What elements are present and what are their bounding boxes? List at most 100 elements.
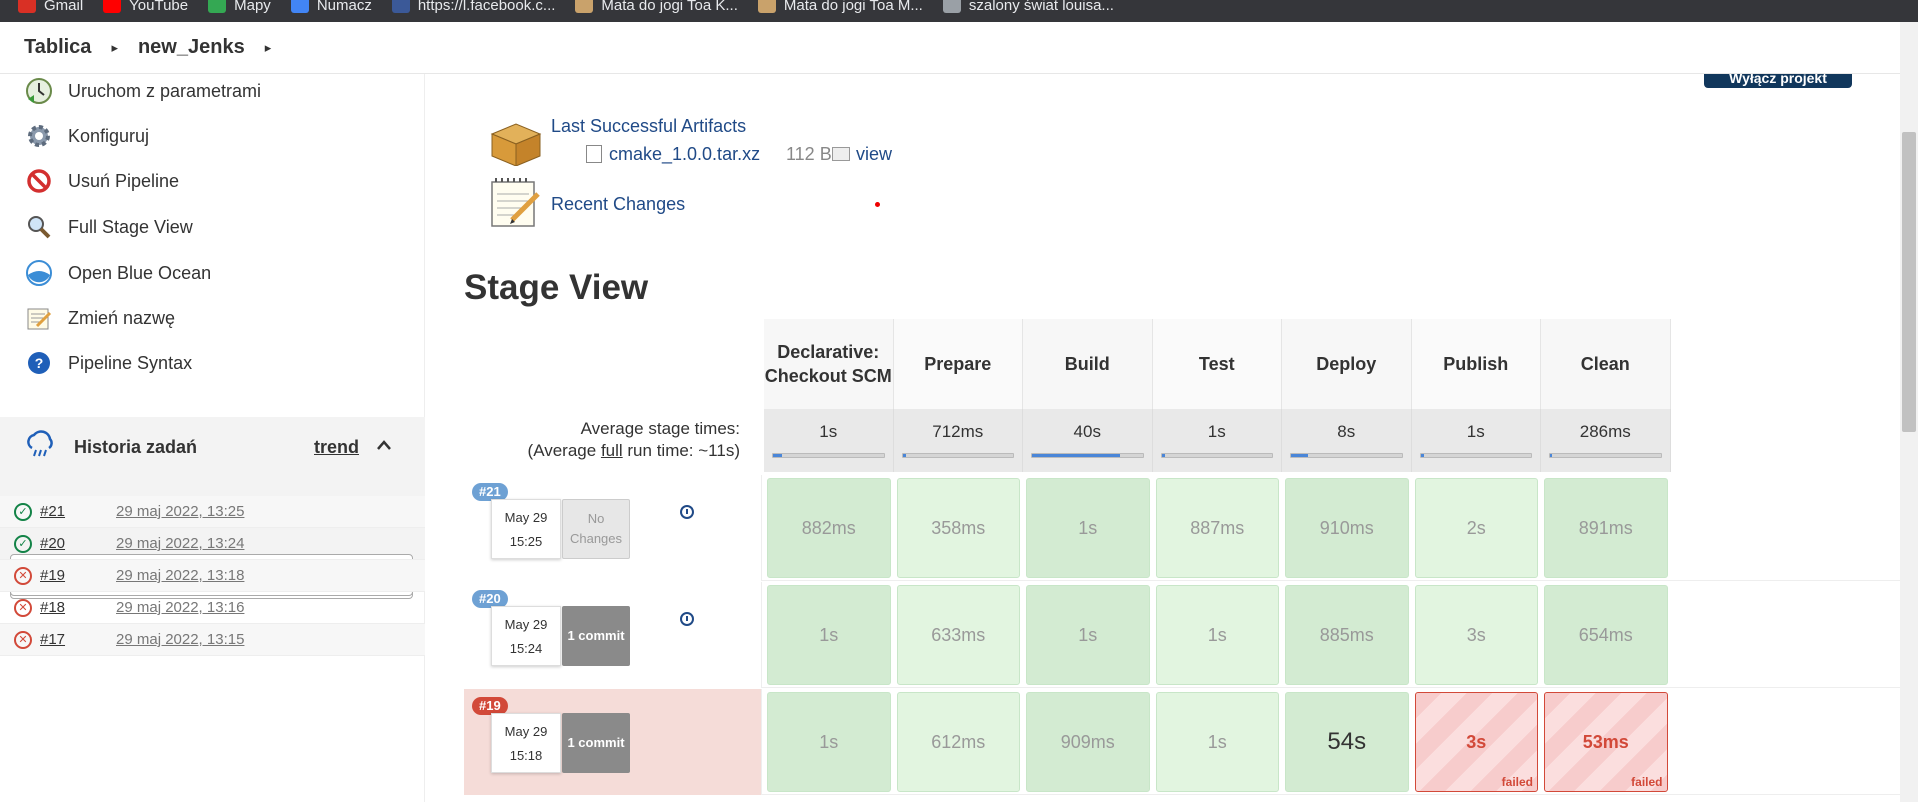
stage-cell[interactable]: 54s: [1285, 692, 1409, 792]
stage-cell[interactable]: 887ms: [1155, 478, 1279, 578]
build-number-link[interactable]: #20: [40, 535, 116, 552]
stage-cell[interactable]: 1s: [767, 692, 891, 792]
build-number-link[interactable]: #18: [40, 599, 116, 616]
build-history-row[interactable]: ✕ #19 29 maj 2022, 13:18: [0, 560, 425, 592]
view-link[interactable]: view: [856, 144, 892, 165]
full-link[interactable]: full: [601, 441, 623, 460]
stage-cell[interactable]: 910ms: [1285, 478, 1409, 578]
artifact-file-link[interactable]: cmake_1.0.0.tar.xz: [609, 144, 760, 165]
sidebar-item-label: Open Blue Ocean: [68, 262, 212, 283]
stage-cell[interactable]: 1s: [1155, 692, 1279, 792]
sidebar-item-label: Pipeline Syntax: [68, 352, 193, 373]
svg-text:?: ?: [35, 355, 44, 371]
stage-progress-fill: [1550, 454, 1553, 457]
bookmark-item[interactable]: Mata do jogi Toa M...: [757, 0, 923, 14]
info-icon[interactable]: [680, 612, 694, 626]
stage-header: Declarative: Checkout SCM: [764, 319, 894, 409]
build-history-row[interactable]: ✕ #18 29 maj 2022, 13:16: [0, 592, 425, 624]
stage-cell[interactable]: 909ms: [1026, 692, 1150, 792]
stage-cell-time: 358ms: [931, 517, 986, 538]
stage-header: Deploy: [1282, 319, 1412, 409]
disable-project-button[interactable]: Wyłącz projekt: [1704, 74, 1852, 88]
stage-average-time: 1s: [1466, 422, 1485, 441]
run-label: #19 May 29 15:18 1 commit: [464, 689, 762, 795]
sidebar-item-blue-ocean[interactable]: Open Blue Ocean: [24, 258, 211, 288]
help-icon: ?: [24, 348, 54, 378]
stage-cell[interactable]: 3s: [1414, 585, 1538, 685]
stage-run-row: #21 May 29 15:25 No Changes 882ms 358ms 1s 887m…: [464, 475, 1900, 581]
build-date-link[interactable]: 29 maj 2022, 13:15: [116, 631, 244, 648]
bookmark-item[interactable]: szalony świat louisa...: [942, 0, 1114, 14]
build-date-link[interactable]: 29 maj 2022, 13:16: [116, 599, 244, 616]
stage-cell-time: 887ms: [1190, 517, 1245, 538]
bookmark-item[interactable]: Gmail: [18, 0, 83, 14]
stage-progress-fill: [773, 454, 782, 457]
scrollbar-thumb[interactable]: [1902, 132, 1916, 432]
last-successful-artifacts-link[interactable]: Last Successful Artifacts: [551, 116, 746, 137]
stage-run-row: #19 May 29 15:18 1 commit 1s 612ms 909ms 1s 54s 3…: [464, 689, 1900, 795]
scrollbar[interactable]: [1900, 22, 1918, 802]
chevron-right-icon[interactable]: ▸: [111, 40, 118, 56]
stage-cell-time: 654ms: [1578, 624, 1633, 645]
stage-header: Test: [1152, 319, 1282, 409]
stage-cell-time: 891ms: [1578, 517, 1633, 538]
sidebar-item-label: Full Stage View: [68, 216, 193, 237]
bookmark-icon: [391, 0, 410, 13]
stage-average: 1s: [1152, 409, 1282, 472]
stage-cell[interactable]: 654ms: [1544, 585, 1668, 685]
sidebar-item-pipeline-syntax[interactable]: ? Pipeline Syntax: [24, 348, 192, 378]
bookmark-item[interactable]: https://l.facebook.c...: [391, 0, 555, 14]
stage-cell[interactable]: 1s: [767, 585, 891, 685]
bookmark-item[interactable]: Mapy: [208, 0, 271, 14]
stage-cell[interactable]: 633ms: [896, 585, 1020, 685]
stage-cell[interactable]: 2s: [1414, 478, 1538, 578]
stage-progress-bar: [1160, 453, 1273, 458]
info-icon[interactable]: [680, 505, 694, 519]
bookmark-item[interactable]: Mata do jogi Toa K...: [575, 0, 738, 14]
bookmark-icon: [942, 0, 961, 13]
stage-cell[interactable]: 1s: [1026, 585, 1150, 685]
bookmark-item[interactable]: Numacz: [290, 0, 372, 14]
run-changes[interactable]: 1 commit: [562, 606, 630, 666]
stage-cell[interactable]: 1s: [1155, 585, 1279, 685]
stage-cell[interactable]: 612ms: [896, 692, 1020, 792]
bookmark-icon: [18, 0, 36, 13]
build-history-row[interactable]: ✓ #21 29 maj 2022, 13:25: [0, 496, 425, 528]
file-icon: [586, 145, 602, 163]
sidebar-item-delete-pipeline[interactable]: Usuń Pipeline: [24, 166, 179, 196]
build-number-link[interactable]: #21: [40, 503, 116, 520]
stage-cell[interactable]: 358ms: [896, 478, 1020, 578]
sidebar-item-full-stage-view[interactable]: Full Stage View: [24, 212, 193, 242]
artifact-file-size: 112 B: [786, 144, 832, 164]
bookmark-item[interactable]: YouTube: [103, 0, 188, 14]
build-history-row[interactable]: ✓ #20 29 maj 2022, 13:24: [0, 528, 425, 560]
stage-cell[interactable]: 882ms: [767, 478, 891, 578]
run-time: 15:25: [509, 534, 543, 549]
build-date-link[interactable]: 29 maj 2022, 13:24: [116, 535, 244, 552]
stage-cell[interactable]: 891ms: [1544, 478, 1668, 578]
trend-link[interactable]: trend: [314, 437, 359, 458]
breadcrumb-dashboard[interactable]: Tablica: [24, 36, 91, 59]
stage-average: 1s: [1411, 409, 1541, 472]
recent-changes-link[interactable]: Recent Changes: [551, 194, 685, 215]
run-changes[interactable]: 1 commit: [562, 713, 630, 773]
sidebar-item-build-with-parameters[interactable]: Uruchom z parametrami: [24, 76, 261, 106]
build-history-row[interactable]: ✕ #17 29 maj 2022, 13:15: [0, 624, 425, 656]
sidebar-item-configure[interactable]: Konfiguruj: [24, 121, 149, 151]
build-date-link[interactable]: 29 maj 2022, 13:25: [116, 503, 244, 520]
stage-header: Build: [1023, 319, 1153, 409]
build-number-link[interactable]: #19: [40, 567, 116, 584]
sidebar-item-rename[interactable]: Zmień nazwę: [24, 303, 175, 333]
build-number-link[interactable]: #17: [40, 631, 116, 648]
chevron-right-icon[interactable]: ▸: [265, 40, 272, 56]
build-date-link[interactable]: 29 maj 2022, 13:18: [116, 567, 244, 584]
stage-cell[interactable]: 885ms: [1285, 585, 1409, 685]
stage-cell-time: 882ms: [801, 517, 856, 538]
bookmark-label: Numacz: [316, 0, 372, 14]
stage-cell[interactable]: 1s: [1026, 478, 1150, 578]
chevron-up-icon[interactable]: [376, 438, 392, 456]
stage-cell[interactable]: 53ms failed: [1544, 692, 1668, 792]
stage-cell[interactable]: 3s failed: [1414, 692, 1538, 792]
breadcrumb-job[interactable]: new_Jenks: [138, 36, 245, 59]
stage-cell-time: 3s: [1466, 731, 1487, 752]
